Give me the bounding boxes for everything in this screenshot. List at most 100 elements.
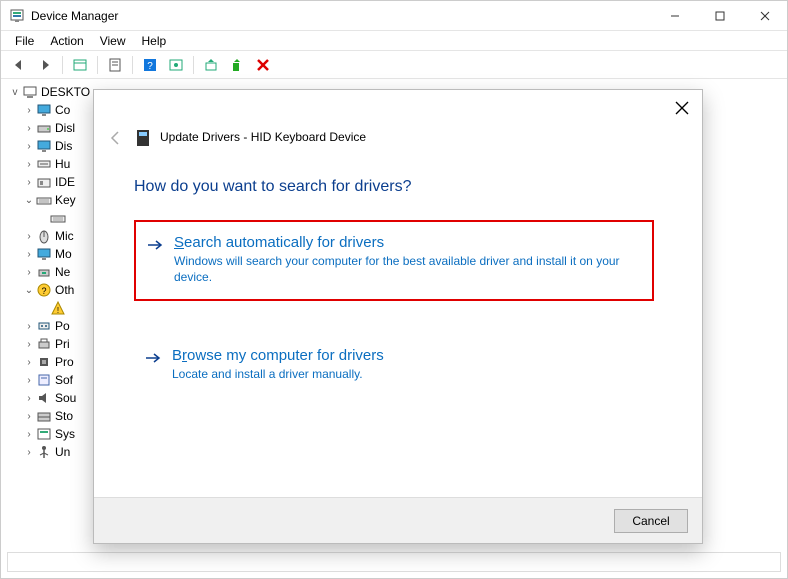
tree-item[interactable]: ⌄?Oth xyxy=(9,281,99,299)
back-button[interactable] xyxy=(7,54,31,76)
expander-icon[interactable]: › xyxy=(23,159,35,170)
tree-item[interactable]: ›Po xyxy=(9,317,99,335)
hid-icon xyxy=(36,156,52,172)
tree-item[interactable]: ›Mo xyxy=(9,245,99,263)
expander-icon[interactable]: › xyxy=(23,357,35,368)
system-icon xyxy=(36,426,52,442)
tree-root-label: DESKTO xyxy=(41,85,90,99)
tree-item[interactable]: › Co xyxy=(9,101,99,119)
expander-icon[interactable]: › xyxy=(23,105,35,116)
computer-icon xyxy=(22,84,38,100)
option-desc: Windows will search your computer for th… xyxy=(174,253,636,285)
toolbar-separator xyxy=(132,56,133,74)
tree-root[interactable]: v DESKTO xyxy=(9,83,99,101)
cpu-icon xyxy=(36,354,52,370)
expander-icon[interactable]: › xyxy=(23,177,35,188)
minimize-button[interactable] xyxy=(652,1,697,30)
arrow-right-icon xyxy=(144,349,162,372)
tree-item-label: Sto xyxy=(55,409,73,423)
tree-item[interactable]: › Sto xyxy=(9,407,99,425)
properties-button[interactable] xyxy=(103,54,127,76)
menu-help[interactable]: Help xyxy=(134,32,175,50)
show-hidden-button[interactable] xyxy=(68,54,92,76)
arrow-right-icon xyxy=(146,236,164,259)
forward-button[interactable] xyxy=(33,54,57,76)
update-driver-button[interactable] xyxy=(199,54,223,76)
menu-action[interactable]: Action xyxy=(42,32,91,50)
warn-icon: ! xyxy=(50,300,66,316)
tree-item-label: Co xyxy=(55,103,70,117)
expander-icon[interactable]: ⌄ xyxy=(23,285,35,296)
driver-option-0[interactable]: Search automatically for driversWindows … xyxy=(134,220,654,301)
titlebar: Device Manager xyxy=(1,1,787,31)
expander-icon[interactable]: ⌄ xyxy=(23,195,35,206)
tree-item-label: Sou xyxy=(55,391,76,405)
tree-item[interactable]: › Sof xyxy=(9,371,99,389)
tree-item-label: Key xyxy=(55,193,76,207)
expander-icon[interactable]: › xyxy=(23,321,35,332)
menubar: File Action View Help xyxy=(1,31,787,51)
printer-icon xyxy=(36,336,52,352)
tree-item-label: Sys xyxy=(55,427,75,441)
close-button[interactable] xyxy=(742,1,787,30)
tree-item[interactable] xyxy=(9,209,99,227)
tree-item[interactable]: ›Disl xyxy=(9,119,99,137)
tree-item-label: Sof xyxy=(55,373,73,387)
app-icon xyxy=(9,8,25,24)
expander-icon[interactable]: › xyxy=(23,393,35,404)
expander-icon[interactable]: › xyxy=(23,447,35,458)
expander-icon[interactable]: › xyxy=(23,267,35,278)
expander-icon[interactable]: › xyxy=(23,249,35,260)
device-tree[interactable]: v DESKTO ›Co›Disl›Dis›Hu›IDE⌄Key›Mic›Mo›… xyxy=(9,83,99,553)
option-desc: Locate and install a driver manually. xyxy=(172,366,638,382)
expander-icon[interactable]: › xyxy=(23,231,35,242)
svg-text:?: ? xyxy=(41,286,46,296)
driver-option-1[interactable]: Browse my computer for drivers Locate and… xyxy=(134,335,654,396)
tree-item[interactable]: ! xyxy=(9,299,99,317)
disable-button[interactable] xyxy=(251,54,275,76)
svg-text:?: ? xyxy=(147,61,153,72)
tree-item[interactable]: ›IDE xyxy=(9,173,99,191)
menu-file[interactable]: File xyxy=(7,32,42,50)
monitor-icon xyxy=(36,246,52,262)
tree-item[interactable]: › Pri xyxy=(9,335,99,353)
help-button[interactable]: ? xyxy=(138,54,162,76)
expander-icon[interactable]: › xyxy=(23,411,35,422)
dialog-heading: How do you want to search for drivers? xyxy=(134,178,411,196)
update-driver-dialog: Update Drivers - HID Keyboard Device How… xyxy=(93,89,703,544)
monitor-icon xyxy=(36,102,52,118)
tree-item[interactable]: ⌄ Key xyxy=(9,191,99,209)
tree-item-label: Pri xyxy=(55,337,70,351)
driver-icon xyxy=(134,128,152,148)
tree-item[interactable]: ›Mic xyxy=(9,227,99,245)
expander-icon[interactable]: › xyxy=(23,123,35,134)
dialog-close-button[interactable] xyxy=(674,100,690,116)
expander-icon[interactable]: › xyxy=(23,141,35,152)
dialog-back-button[interactable] xyxy=(108,130,124,146)
storage-icon xyxy=(36,408,52,424)
expander-icon[interactable]: › xyxy=(23,429,35,440)
tree-item-label: Pro xyxy=(55,355,74,369)
keyboard-icon xyxy=(50,210,66,226)
window-controls xyxy=(652,1,787,30)
tree-item[interactable]: › Sys xyxy=(9,425,99,443)
tree-item[interactable]: › Pro xyxy=(9,353,99,371)
tree-item[interactable]: ›Dis xyxy=(9,137,99,155)
tree-item[interactable]: › Sou xyxy=(9,389,99,407)
option-title: Browse my computer for drivers xyxy=(172,347,638,364)
tree-item[interactable]: ›Un xyxy=(9,443,99,461)
expander-icon[interactable]: v xyxy=(9,87,21,98)
menu-view[interactable]: View xyxy=(92,32,134,50)
maximize-button[interactable] xyxy=(697,1,742,30)
toolbar-separator xyxy=(62,56,63,74)
expander-icon[interactable]: › xyxy=(23,375,35,386)
scan-hardware-button[interactable] xyxy=(164,54,188,76)
expander-icon[interactable]: › xyxy=(23,339,35,350)
usb-icon xyxy=(36,444,52,460)
tree-item[interactable]: ›Hu xyxy=(9,155,99,173)
dialog-title: Update Drivers - HID Keyboard Device xyxy=(160,130,366,144)
tree-item[interactable]: ›Ne xyxy=(9,263,99,281)
uninstall-button[interactable] xyxy=(225,54,249,76)
dialog-footer: Cancel xyxy=(94,497,702,543)
cancel-button[interactable]: Cancel xyxy=(614,509,688,533)
